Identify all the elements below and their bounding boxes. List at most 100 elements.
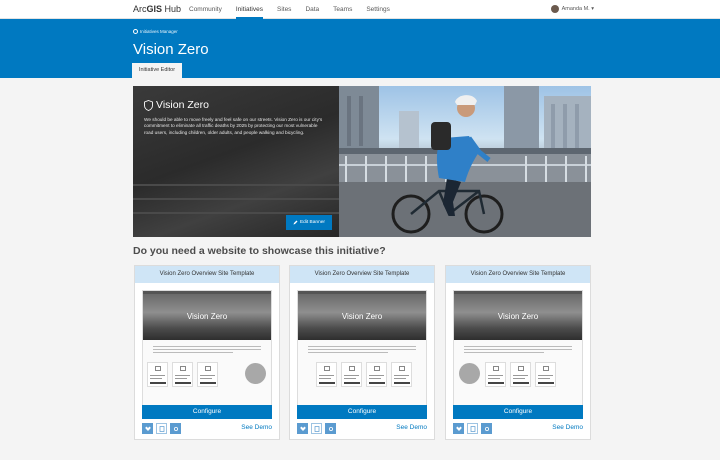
initiative-banner: Vision Zero We should be able to move fr… — [133, 86, 591, 237]
thumb-hero-title: Vision Zero — [454, 312, 582, 321]
mobile-view-button[interactable] — [325, 423, 336, 434]
thumb-mini-line — [344, 378, 356, 379]
thumb-hero-image: Vision Zero — [454, 294, 582, 340]
thumb-mini-icon — [543, 366, 549, 371]
thumb-mini-line — [344, 375, 359, 376]
thumb-mini-line — [369, 375, 384, 376]
thumb-mini-line — [488, 375, 503, 376]
thumb-mini-line — [200, 375, 215, 376]
template-card: Vision Zero Overview Site Template Visio… — [289, 265, 435, 440]
thumb-circle-image — [245, 363, 266, 384]
see-demo-link[interactable]: See Demo — [552, 424, 583, 431]
thumb-hero-title: Vision Zero — [298, 312, 426, 321]
tab-initiative-editor[interactable]: Initiative Editor — [132, 63, 182, 78]
template-thumbnail[interactable]: Vision Zero — [142, 290, 272, 412]
tablet-icon — [470, 426, 476, 432]
nav-settings[interactable]: Settings — [366, 0, 390, 19]
configure-button[interactable]: Configure — [142, 405, 272, 419]
template-thumbnail[interactable]: Vision Zero — [297, 290, 427, 412]
tablet-view-button[interactable] — [311, 423, 322, 434]
thumb-mini-button — [488, 382, 504, 384]
nav-teams[interactable]: Teams — [333, 0, 352, 19]
thumb-mini-icon — [205, 366, 211, 371]
thumb-text-line — [308, 352, 388, 353]
nav-sites[interactable]: Sites — [277, 0, 291, 19]
thumb-mini-button — [513, 382, 529, 384]
card-title: Vision Zero Overview Site Template — [446, 266, 590, 283]
brand-hub: Hub — [162, 4, 181, 14]
see-demo-link[interactable]: See Demo — [241, 424, 272, 431]
tablet-view-button[interactable] — [156, 423, 167, 434]
brand-logo[interactable]: ArcGIS Hub — [133, 4, 181, 14]
configure-button[interactable]: Configure — [453, 405, 583, 419]
desktop-view-button[interactable] — [142, 423, 153, 434]
thumb-mini-icon — [518, 366, 524, 371]
user-menu[interactable]: Amanda M. ▾ — [551, 5, 594, 13]
card-footer: See Demo — [297, 421, 427, 435]
brand-gis: GIS — [147, 4, 163, 14]
brand-arc: Arc — [133, 4, 147, 14]
thumb-hero-image: Vision Zero — [298, 294, 426, 340]
template-thumbnail[interactable]: Vision Zero — [453, 290, 583, 412]
thumb-hero-image: Vision Zero — [143, 294, 271, 340]
thumb-mini-button — [175, 382, 191, 384]
heart-icon — [300, 426, 306, 432]
edit-banner-button[interactable]: Edit Banner — [286, 215, 332, 230]
page-title: Vision Zero — [133, 41, 209, 58]
gear-icon — [173, 426, 179, 432]
thumb-hero-title: Vision Zero — [143, 312, 271, 321]
banner-description: We should be able to move freely and fee… — [144, 117, 324, 136]
thumb-mini-button — [394, 382, 410, 384]
thumb-circle-image — [459, 363, 480, 384]
nav-community[interactable]: Community — [189, 0, 222, 19]
configure-button[interactable]: Configure — [297, 405, 427, 419]
template-card: Vision Zero Overview Site Template Visio… — [445, 265, 591, 440]
desktop-view-button[interactable] — [453, 423, 464, 434]
cyclist-photo — [339, 86, 591, 237]
tablet-icon — [159, 426, 165, 432]
thumb-mini-button — [369, 382, 385, 384]
thumb-mini-icon — [493, 366, 499, 371]
tablet-view-button[interactable] — [467, 423, 478, 434]
thumb-mini-card — [147, 362, 168, 387]
see-demo-link[interactable]: See Demo — [396, 424, 427, 431]
shield-icon — [144, 100, 153, 111]
desktop-view-button[interactable] — [297, 423, 308, 434]
card-title: Vision Zero Overview Site Template — [290, 266, 434, 283]
heart-icon — [145, 426, 151, 432]
thumb-mini-line — [513, 378, 525, 379]
website-prompt: Do you need a website to showcase this i… — [133, 245, 386, 257]
thumb-mini-icon — [180, 366, 186, 371]
thumb-mini-line — [150, 375, 165, 376]
nav-initiatives[interactable]: Initiatives — [236, 0, 263, 19]
thumb-mini-card — [510, 362, 531, 387]
heart-icon — [456, 426, 462, 432]
thumb-mini-icon — [399, 366, 405, 371]
banner-text-panel: Vision Zero We should be able to move fr… — [133, 86, 339, 237]
card-footer: See Demo — [453, 421, 583, 435]
thumb-mini-button — [538, 382, 554, 384]
thumb-mini-button — [319, 382, 335, 384]
thumb-mini-card — [366, 362, 387, 387]
template-card: Vision Zero Overview Site Template Visio… — [134, 265, 280, 440]
thumb-text-line — [464, 352, 544, 353]
thumb-mini-icon — [155, 366, 161, 371]
thumb-mini-icon — [349, 366, 355, 371]
nav-data[interactable]: Data — [305, 0, 319, 19]
mobile-view-button[interactable] — [481, 423, 492, 434]
thumb-mini-icon — [324, 366, 330, 371]
thumb-mini-card — [341, 362, 362, 387]
thumb-mini-line — [319, 378, 331, 379]
globe-icon — [133, 29, 138, 34]
thumb-text-line — [464, 346, 572, 347]
banner-photo-cyclist — [339, 86, 591, 237]
thumb-mini-button — [200, 382, 216, 384]
thumb-text-line — [464, 349, 572, 350]
breadcrumb-label: Initiatives Manager — [140, 29, 178, 34]
breadcrumb[interactable]: Initiatives Manager — [133, 29, 178, 34]
avatar — [551, 5, 559, 13]
thumb-mini-button — [150, 382, 166, 384]
thumb-text-line — [153, 352, 233, 353]
mobile-view-button[interactable] — [170, 423, 181, 434]
thumb-mini-button — [344, 382, 360, 384]
